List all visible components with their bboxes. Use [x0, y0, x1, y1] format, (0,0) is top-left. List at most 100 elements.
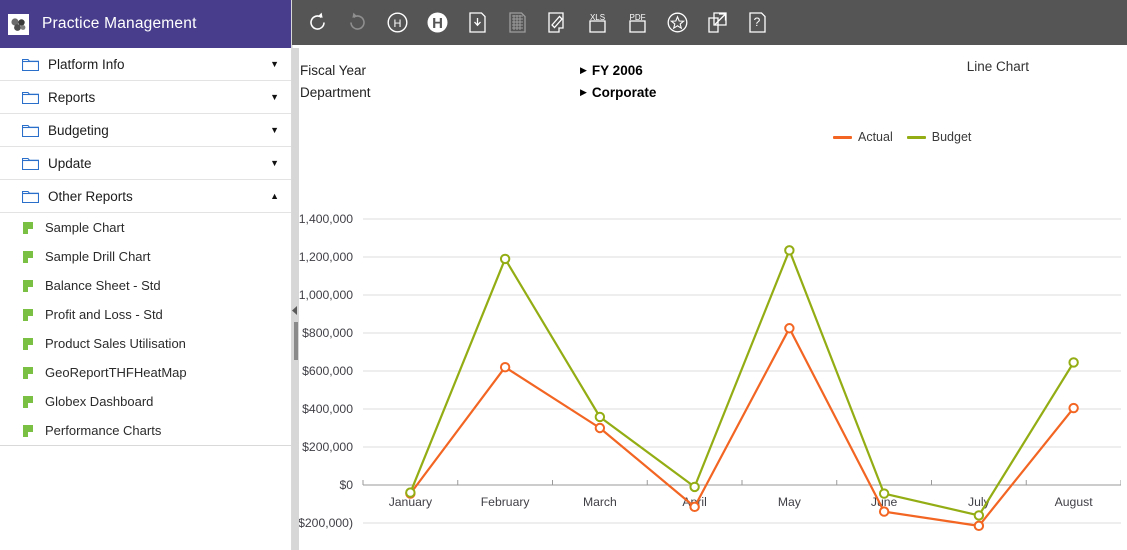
chevron-up-icon[interactable]: ▲: [267, 191, 279, 201]
sidebar-item-label: Profit and Loss - Std: [45, 307, 163, 322]
sidebar-header: Practice Management: [0, 0, 291, 48]
legend-swatch-actual: [833, 135, 852, 139]
sidebar-item-sample-drill-chart[interactable]: Sample Drill Chart: [0, 242, 291, 271]
sidebar-group-other-reports[interactable]: Other Reports ▲: [0, 180, 291, 213]
parameter-value[interactable]: FY 2006: [592, 63, 643, 78]
folder-icon: [22, 123, 40, 137]
parameter-row-department: Department ▶ Corporate: [300, 81, 656, 103]
svg-text:XLS: XLS: [589, 13, 604, 22]
chevron-down-icon[interactable]: ▼: [267, 125, 279, 135]
sidebar-item-product-sales-utilisation[interactable]: Product Sales Utilisation: [0, 329, 291, 358]
history-circle-icon[interactable]: H: [382, 8, 412, 38]
help-document-icon[interactable]: ?: [742, 8, 772, 38]
sidebar-item-sample-chart[interactable]: Sample Chart: [0, 213, 291, 242]
parameter-label: Fiscal Year: [300, 62, 367, 78]
chart-legend: Actual Budget: [833, 130, 971, 144]
line-chart[interactable]: $1,400,000 $1,200,000 $1,000,000 $800,000 $6…: [293, 149, 1121, 550]
legend-item-actual[interactable]: Actual: [833, 130, 893, 144]
expand-right-icon[interactable]: ▶: [580, 65, 587, 75]
report-icon: [22, 221, 36, 235]
favorite-star-icon[interactable]: [662, 8, 692, 38]
chart-title: Line Chart: [966, 59, 1029, 74]
y-axis-tick-label: $1,200,000: [293, 250, 353, 264]
folder-icon: [22, 189, 40, 203]
sidebar-item-balance-sheet-std[interactable]: Balance Sheet - Std: [0, 271, 291, 300]
app-logo-icon: [8, 13, 29, 35]
annotate-document-icon[interactable]: [542, 8, 572, 38]
xls-document-icon[interactable]: XLS: [582, 8, 612, 38]
data-point-actual: [973, 520, 985, 532]
sidebar-item-profit-and-loss-std[interactable]: Profit and Loss - Std: [0, 300, 291, 329]
data-point-budget: [784, 245, 795, 256]
x-axis-tick-label: May: [778, 495, 802, 509]
drag-handle-icon[interactable]: [293, 322, 298, 360]
sidebar-item-georeportthfheatmap[interactable]: GeoReportTHFHeatMap: [0, 358, 291, 387]
data-point-actual: [878, 506, 890, 517]
sidebar-group-label: Other Reports: [48, 188, 133, 204]
data-point-budget: [878, 488, 890, 499]
sidebar-item-label: Balance Sheet - Std: [45, 278, 161, 293]
sidebar-item-globex-dashboard[interactable]: Globex Dashboard: [0, 387, 291, 416]
sidebar-group-label: Reports: [48, 89, 96, 105]
report-parameters: Fiscal Year ▶ FY 2006 Department ▶ Corpo…: [300, 59, 656, 103]
folder-icon: [22, 156, 40, 170]
grid-document-icon[interactable]: [502, 8, 532, 38]
data-point-budget: [499, 253, 511, 265]
undo-icon[interactable]: [342, 8, 372, 38]
sidebar-item-performance-charts[interactable]: Performance Charts: [0, 416, 291, 445]
chevron-down-icon[interactable]: ▼: [267, 92, 279, 102]
report-icon: [22, 395, 36, 409]
sidebar-splitter[interactable]: [292, 48, 299, 550]
parameter-label: Department: [300, 84, 371, 100]
open-external-icon[interactable]: [702, 8, 732, 38]
report-icon: [22, 250, 36, 264]
svg-text:H: H: [393, 18, 401, 30]
report-icon: [22, 308, 36, 322]
series-line-budget: [409, 249, 1075, 517]
chevron-down-icon[interactable]: ▼: [267, 59, 279, 69]
pdf-document-icon[interactable]: PDF: [622, 8, 652, 38]
sidebar-group-platform-info[interactable]: Platform Info ▼: [0, 48, 291, 81]
data-point-actual: [1068, 402, 1079, 414]
report-toolbar: H H XLS PDF ?: [292, 0, 1127, 45]
data-point-budget: [689, 481, 700, 493]
main-panel: H H XLS PDF ? Fiscal Year ▶ FY 2006 Depa…: [292, 0, 1127, 550]
data-point-actual: [499, 362, 511, 373]
sidebar-item-label: Globex Dashboard: [45, 394, 154, 409]
data-point-budget: [405, 487, 416, 498]
data-point-actual: [594, 422, 606, 434]
chevron-down-icon[interactable]: ▼: [267, 158, 279, 168]
data-point-budget: [973, 510, 985, 521]
sidebar-report-list: Sample Chart Sample Drill Chart Balance …: [0, 213, 291, 446]
y-axis-tick-label: $1,000,000: [293, 288, 353, 302]
parameter-value[interactable]: Corporate: [592, 85, 657, 100]
report-icon: [22, 424, 36, 438]
highlight-circle-icon[interactable]: H: [422, 8, 452, 38]
parameter-row-fiscal-year: Fiscal Year ▶ FY 2006: [300, 59, 656, 81]
data-point-actual: [784, 323, 795, 334]
y-axis-tick-label: $400,000: [302, 402, 353, 416]
x-axis-tick-label: August: [1055, 495, 1094, 509]
download-document-icon[interactable]: [462, 8, 492, 38]
legend-item-budget[interactable]: Budget: [906, 130, 972, 144]
sidebar-group-reports[interactable]: Reports ▼: [0, 81, 291, 114]
sidebar-group-label: Platform Info: [48, 56, 125, 72]
sidebar-group-budgeting[interactable]: Budgeting ▼: [0, 114, 291, 147]
y-axis-tick-label: $1,400,000: [293, 212, 353, 226]
expand-right-icon[interactable]: ▶: [580, 87, 587, 97]
legend-label: Actual: [858, 130, 893, 144]
y-axis-tick-label: ($200,000): [294, 516, 353, 530]
folder-icon: [22, 57, 40, 71]
sidebar-group-update[interactable]: Update ▼: [0, 147, 291, 180]
x-axis-tick-label: March: [583, 495, 617, 509]
sidebar-item-label: GeoReportTHFHeatMap: [45, 365, 187, 380]
collapse-left-icon[interactable]: [291, 305, 299, 315]
sidebar-item-label: Sample Chart: [45, 220, 125, 235]
refresh-icon[interactable]: [302, 8, 332, 38]
report-body: Fiscal Year ▶ FY 2006 Department ▶ Corpo…: [292, 45, 1127, 550]
legend-label: Budget: [931, 130, 972, 144]
folder-icon: [22, 90, 40, 104]
sidebar-empty-area: [0, 446, 291, 550]
svg-text:?: ?: [753, 15, 760, 29]
sidebar-item-label: Performance Charts: [45, 423, 162, 438]
